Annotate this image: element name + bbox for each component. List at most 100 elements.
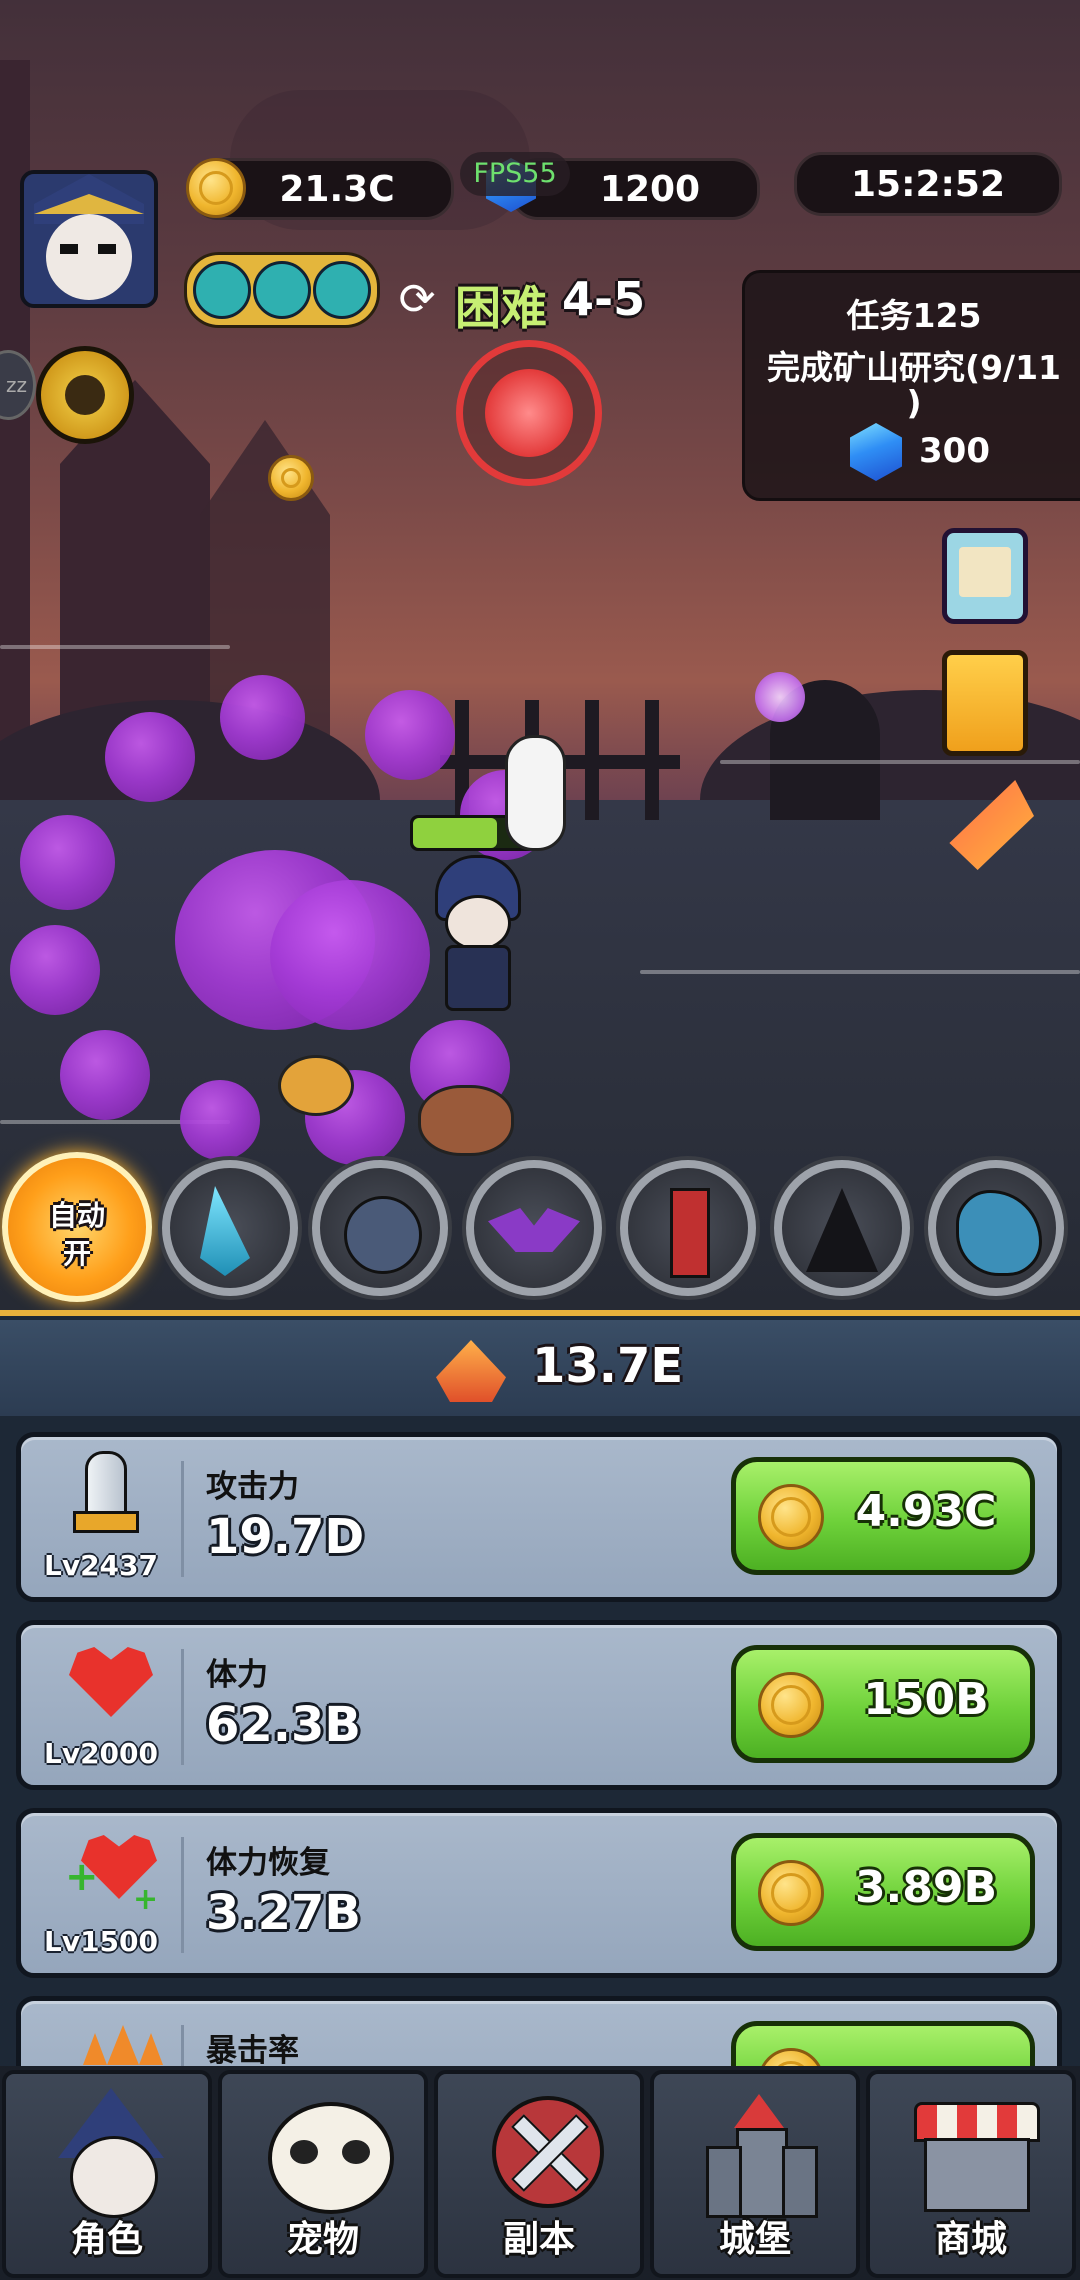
stage-number: 4-5 — [562, 272, 646, 326]
player-avatar[interactable] — [20, 170, 158, 308]
plus-icon: + — [133, 1882, 159, 1917]
magic-orb — [755, 672, 805, 722]
level-label: Lv2437 — [43, 1549, 159, 1582]
quest-description-cont: ) — [906, 383, 922, 422]
quest-description: 完成矿山研究(9/11 — [766, 348, 1062, 387]
hero-character — [430, 855, 521, 1011]
notice-board-icon[interactable] — [942, 528, 1028, 624]
boss-challenge-button[interactable] — [456, 340, 602, 486]
auto-skill-toggle[interactable]: 自动 开 — [2, 1152, 152, 1302]
stat-value: 19.7D — [206, 1509, 365, 1565]
stat-value: 3.27B — [206, 1885, 362, 1941]
skill-slot-1[interactable] — [162, 1160, 298, 1296]
panda-pet-icon — [268, 2102, 394, 2214]
skill-slot-5[interactable] — [774, 1160, 910, 1296]
poison-smoke — [10, 925, 100, 1015]
auto-toggle-label: 自动 — [48, 1199, 105, 1232]
poison-smoke — [270, 880, 430, 1030]
buff-bar[interactable] — [184, 252, 380, 328]
stat-value: 62.3B — [206, 1697, 362, 1753]
dropped-coin[interactable] — [268, 455, 314, 501]
combat-power-bar: 13.7E — [0, 1320, 1080, 1416]
stat-name: 暴击率 — [206, 2033, 299, 2069]
stat-name: 攻击力 — [206, 1469, 299, 1505]
poison-smoke — [20, 815, 115, 910]
level-label: Lv2000 — [43, 1737, 159, 1770]
difficulty-label: 困难 — [455, 281, 547, 335]
poison-smoke — [105, 712, 195, 802]
upgrade-card-attack: Lv2437 攻击力 19.7D 4.93C — [16, 1432, 1062, 1602]
combat-power-value: 13.7E — [532, 1338, 684, 1394]
poison-smoke — [180, 1080, 260, 1160]
speed-streak — [640, 970, 1080, 974]
timer: 15:2:52 — [794, 152, 1062, 216]
gold-boost-icon — [193, 261, 251, 319]
upgrade-health-button[interactable]: 150B — [731, 1645, 1035, 1763]
poison-smoke — [60, 1030, 150, 1120]
speed-streak — [0, 645, 230, 649]
nav-label: 商城 — [934, 2219, 1007, 2260]
skill-slot-4[interactable] — [620, 1160, 756, 1296]
nav-character[interactable]: 角色 — [2, 2070, 212, 2278]
coin-amount: 21.3C — [279, 168, 395, 210]
skill-slot-3[interactable] — [466, 1160, 602, 1296]
upgrade-attack-button[interactable]: 4.93C — [731, 1457, 1035, 1575]
poison-smoke — [220, 675, 305, 760]
quest-panel[interactable]: 任务125 完成矿山研究(9/11 ) 300 — [742, 270, 1080, 501]
skill-slot-6[interactable] — [928, 1160, 1064, 1296]
attack-boost-icon — [253, 261, 311, 319]
stat-name: 体力 — [206, 1657, 268, 1693]
poison-smoke — [365, 690, 455, 780]
nav-pet[interactable]: 宠物 — [218, 2070, 428, 2278]
bat-wings-icon — [488, 1208, 580, 1252]
gem-reward-icon — [850, 423, 902, 481]
sleep-badge-text: zz — [6, 373, 27, 397]
upgrade-card-regen: + + Lv1500 体力恢复 3.27B 3.89B — [16, 1808, 1062, 1978]
fence-post — [585, 700, 599, 820]
nav-castle[interactable]: 城堡 — [650, 2070, 860, 2278]
skill-slot-2[interactable] — [312, 1160, 448, 1296]
speed-streak — [720, 760, 1080, 764]
refresh-icon[interactable]: ⟳ — [393, 276, 441, 324]
bomb-icon — [344, 1196, 422, 1274]
crossed-swords-icon — [492, 2096, 604, 2208]
shop-icon — [914, 2102, 1040, 2212]
upgrade-price: 3.89B — [854, 1862, 998, 1913]
quest-title: 任务125 — [846, 296, 982, 335]
nav-dungeon[interactable]: 副本 — [434, 2070, 644, 2278]
coin-icon — [758, 1672, 824, 1738]
demon-face-icon — [485, 369, 573, 457]
fps-counter: FPS55 — [460, 152, 570, 196]
sword-guard — [73, 1511, 139, 1533]
upgrade-price: 4.93C — [855, 1486, 997, 1537]
speed-boost-icon — [313, 261, 371, 319]
level-label: Lv1500 — [43, 1925, 159, 1958]
castle-icon — [706, 2094, 818, 2218]
auto-toggle-state: 开 — [62, 1237, 91, 1270]
gem-amount: 1200 — [599, 168, 701, 210]
nav-label: 宠物 — [286, 2219, 359, 2260]
nav-label: 角色 — [70, 2219, 143, 2260]
plus-icon: + — [65, 1854, 99, 1900]
timer-text: 15:2:52 — [850, 163, 1006, 205]
white-goose-pet — [505, 735, 566, 851]
sword-icon — [85, 1451, 127, 1517]
ice-shard-icon — [200, 1186, 250, 1276]
dragon-icon — [956, 1190, 1042, 1276]
stat-name: 体力恢复 — [206, 1845, 330, 1881]
coin-icon — [758, 1860, 824, 1926]
nav-label: 城堡 — [718, 2219, 791, 2260]
totem-icon — [670, 1188, 710, 1278]
coin-icon — [186, 158, 246, 218]
dark-cloak-icon — [806, 1188, 878, 1272]
upgrade-price: 150B — [863, 1674, 989, 1725]
nav-shop[interactable]: 商城 — [866, 2070, 1076, 2278]
gift-box-icon[interactable] — [942, 650, 1028, 756]
upgrade-card-health: Lv2000 体力 62.3B 150B — [16, 1620, 1062, 1790]
boar-enemy — [418, 1085, 514, 1156]
coin-icon — [758, 1484, 824, 1550]
fence-post — [645, 700, 659, 820]
owl-pet — [278, 1055, 354, 1116]
upgrade-regen-button[interactable]: 3.89B — [731, 1833, 1035, 1951]
auto-spin-wheel-icon[interactable] — [36, 346, 134, 444]
